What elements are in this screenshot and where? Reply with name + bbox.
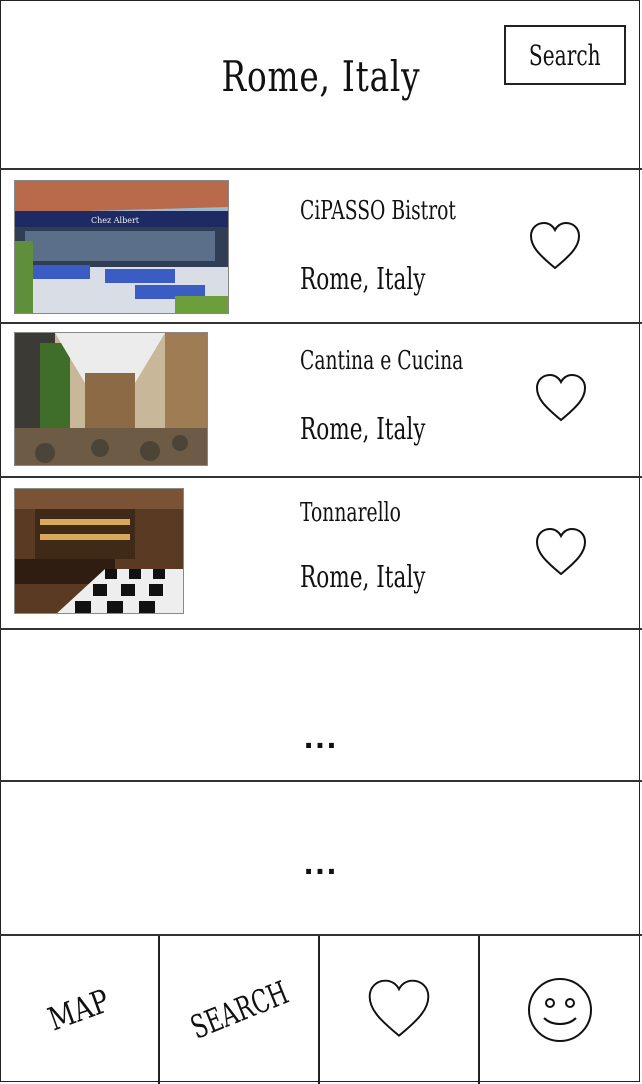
page-title: Rome, Italy xyxy=(221,52,421,101)
heart-icon[interactable] xyxy=(534,526,588,580)
heart-icon[interactable] xyxy=(528,220,582,274)
tab-search[interactable]: SEARCH xyxy=(160,936,320,1084)
list-item[interactable]: Chez Albert CiPASSO Bistrot Rome, Italy xyxy=(0,170,642,324)
heart-icon xyxy=(368,979,430,1037)
list-item-placeholder: ... xyxy=(0,630,642,782)
restaurant-location: Rome, Italy xyxy=(300,262,426,297)
header: Rome, Italy Search xyxy=(0,0,642,170)
restaurant-name: CiPASSO Bistrot xyxy=(300,196,456,226)
ellipsis-text: ... xyxy=(303,844,339,882)
restaurant-photo xyxy=(14,332,208,466)
list-item[interactable]: Cantina e Cucina Rome, Italy xyxy=(0,324,642,478)
ellipsis-text: ... xyxy=(303,718,339,756)
search-button-label: Search xyxy=(529,38,601,72)
restaurant-location: Rome, Italy xyxy=(300,560,426,595)
tab-profile[interactable] xyxy=(480,936,640,1084)
search-button[interactable]: Search xyxy=(504,25,626,85)
restaurant-photo xyxy=(14,488,184,614)
tab-map[interactable]: MAP xyxy=(0,936,160,1084)
restaurant-name: Cantina e Cucina xyxy=(300,346,464,376)
heart-icon[interactable] xyxy=(534,372,588,426)
tab-favorites[interactable] xyxy=(320,936,480,1084)
list-item[interactable]: Tonnarello Rome, Italy xyxy=(0,478,642,630)
list-item-placeholder: ... xyxy=(0,782,642,934)
tab-map-label: MAP xyxy=(43,981,115,1039)
restaurant-photo: Chez Albert xyxy=(14,180,229,314)
restaurant-location: Rome, Italy xyxy=(300,412,426,447)
restaurant-name: Tonnarello xyxy=(300,498,401,528)
bottom-tab-bar: MAP SEARCH xyxy=(0,934,642,1084)
awning-sign-text: Chez Albert xyxy=(91,216,140,225)
smiley-face-icon xyxy=(528,978,592,1042)
tab-search-label: SEARCH xyxy=(184,973,294,1047)
